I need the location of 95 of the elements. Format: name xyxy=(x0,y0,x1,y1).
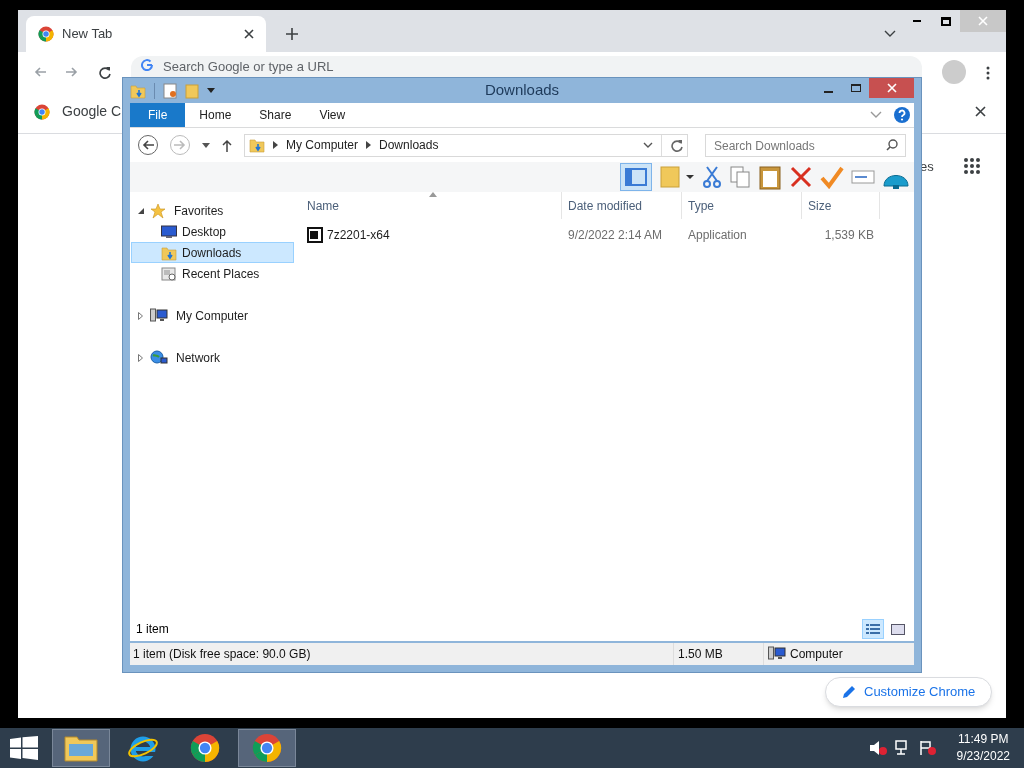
star-icon xyxy=(150,202,166,219)
preview-pane-icon[interactable] xyxy=(620,163,652,191)
recent-locations-icon[interactable] xyxy=(202,142,210,148)
computer-icon xyxy=(150,307,168,324)
search-field[interactable]: Search Downloads xyxy=(705,134,906,158)
reload-icon[interactable] xyxy=(98,66,111,79)
archive-app-icon xyxy=(307,226,323,243)
sort-arrow-icon xyxy=(429,192,437,197)
nav-label: Downloads xyxy=(182,244,242,262)
address-bar[interactable]: My Computer Downloads xyxy=(244,133,688,157)
column-header[interactable]: Type xyxy=(682,192,802,219)
close-icon[interactable] xyxy=(244,29,254,39)
network-icon xyxy=(150,349,168,366)
nav-item[interactable]: Desktop xyxy=(131,221,294,242)
tab-title: New Tab xyxy=(62,25,114,44)
ribbon-tab[interactable]: Home xyxy=(185,103,246,127)
apps-grid-icon[interactable] xyxy=(963,157,981,175)
details-list-icon xyxy=(866,623,880,635)
properties-icon[interactable] xyxy=(163,82,177,99)
taskbar-app[interactable] xyxy=(52,729,110,767)
status-size: 1.50 MB xyxy=(674,643,764,665)
close-icon xyxy=(978,16,988,26)
muted-speaker-icon[interactable] xyxy=(868,740,887,756)
chrome-logo-icon xyxy=(190,733,220,763)
chrome-logo-icon xyxy=(252,733,282,763)
expander-icon[interactable] xyxy=(138,207,146,214)
folder-icon xyxy=(64,734,98,762)
chrome-logo-icon xyxy=(38,26,54,42)
details-view-button[interactable] xyxy=(862,619,884,639)
flag-icon[interactable] xyxy=(918,740,937,756)
monitor-icon xyxy=(161,224,177,239)
window-title: Downloads xyxy=(484,80,560,101)
close-icon[interactable] xyxy=(975,106,986,117)
nav-item[interactable]: My Computer xyxy=(172,306,249,325)
status-location: Computer xyxy=(790,646,843,663)
more-menu-icon[interactable] xyxy=(986,66,990,80)
folder-icon xyxy=(249,137,265,153)
help-icon[interactable] xyxy=(894,107,910,123)
breadcrumb-item[interactable]: Downloads xyxy=(379,136,439,154)
file-size: 1,539 KB xyxy=(823,226,875,244)
browser-tab[interactable]: New Tab xyxy=(26,16,266,52)
ribbon-tab[interactable]: File xyxy=(130,103,186,127)
file-name: 7z2201-x64 xyxy=(327,226,390,244)
customize-chrome-button[interactable]: Customize Chrome xyxy=(825,677,993,707)
file-date: 9/2/2022 2:14 AM xyxy=(567,226,664,244)
checkmark-icon[interactable] xyxy=(820,165,844,189)
ribbon-tab[interactable]: Share xyxy=(245,103,306,127)
computer-icon xyxy=(768,646,786,662)
nav-label: Desktop xyxy=(182,223,227,241)
rename-icon[interactable] xyxy=(851,167,875,187)
pencil-icon xyxy=(842,685,856,699)
back-icon[interactable] xyxy=(34,66,46,78)
folder-options-icon[interactable] xyxy=(659,165,695,189)
item-count: 1 item xyxy=(136,621,169,638)
forward-icon[interactable] xyxy=(66,66,78,78)
new-tab-icon[interactable] xyxy=(286,28,298,40)
refresh-icon[interactable] xyxy=(670,138,683,152)
expander-icon[interactable] xyxy=(138,353,146,362)
nav-label: Recent Places xyxy=(182,265,260,283)
dropdown-icon[interactable] xyxy=(207,88,215,93)
bookmark[interactable]: Google C xyxy=(62,101,122,122)
breadcrumb-item[interactable]: My Computer xyxy=(286,136,359,154)
windows-logo-icon[interactable] xyxy=(10,736,38,760)
column-header[interactable]: Date modified xyxy=(562,192,682,219)
cut-icon[interactable] xyxy=(702,165,722,189)
up-icon[interactable] xyxy=(222,138,232,152)
column-header[interactable]: Size xyxy=(802,192,880,219)
nav-item[interactable]: Network xyxy=(172,348,220,367)
omnibox[interactable]: Search Google or type a URL xyxy=(131,55,922,78)
clock-time[interactable]: 11:49 PM xyxy=(958,731,1009,748)
search-icon xyxy=(886,138,898,151)
nav-item[interactable]: Favorites xyxy=(170,201,224,220)
taskbar-app[interactable] xyxy=(238,729,296,767)
folder-icon xyxy=(130,82,146,99)
column-header[interactable]: Name xyxy=(301,192,562,219)
file-row[interactable]: 7z2201-x64 9/2/2022 2:14 AM Application 1,539 KB xyxy=(301,219,914,250)
recent-places-icon xyxy=(161,265,177,282)
clock-date[interactable]: 9/23/2022 xyxy=(956,748,1010,765)
chevron-down-icon[interactable] xyxy=(643,141,653,149)
clipboard-icon[interactable] xyxy=(758,164,782,190)
breadcrumb-arrow-icon xyxy=(273,141,278,149)
folder-icon xyxy=(161,244,177,261)
close-icon xyxy=(886,83,897,93)
file-type: Application xyxy=(687,226,748,244)
back-icon xyxy=(142,139,154,151)
nav-item[interactable]: Recent Places xyxy=(131,263,294,284)
breadcrumb-arrow-icon xyxy=(366,141,372,149)
delete-icon[interactable] xyxy=(789,165,813,189)
status-summary: 1 item (Disk free space: 90.0 GB) xyxy=(130,643,674,665)
ribbon-tab[interactable]: View xyxy=(305,103,360,127)
chevron-down-icon[interactable] xyxy=(884,30,896,38)
forward-icon xyxy=(174,139,186,151)
chrome-logo-icon xyxy=(34,103,50,120)
expander-icon[interactable] xyxy=(138,311,146,320)
nav-item[interactable]: Downloads xyxy=(131,242,294,263)
